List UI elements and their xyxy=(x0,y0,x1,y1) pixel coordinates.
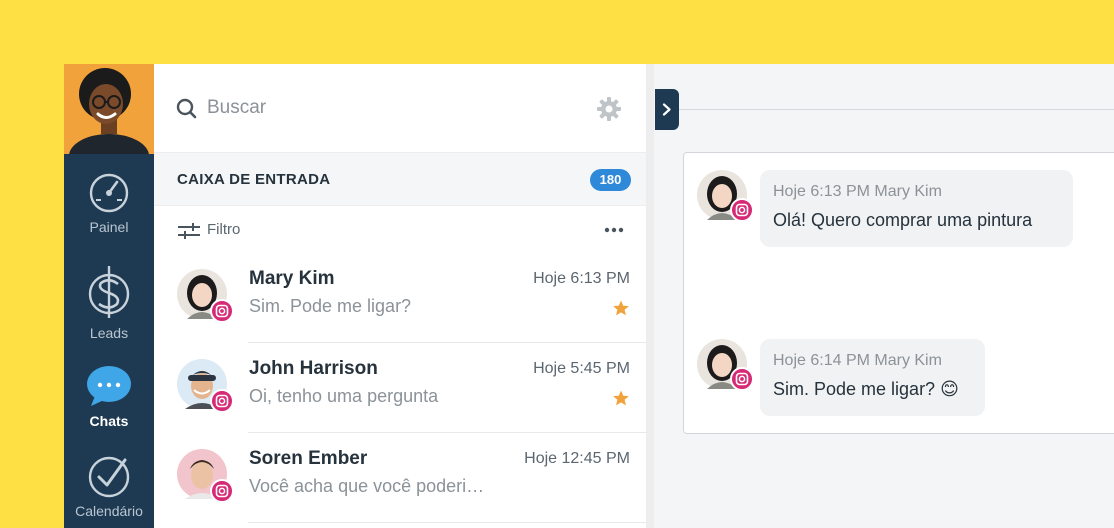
conversation-preview: Oi, tenho uma pergunta xyxy=(249,386,439,406)
chat-bubble-icon xyxy=(87,366,131,406)
inbox-count-badge: 180 xyxy=(590,169,631,191)
conversation-preview: Você acha que você poderi… xyxy=(249,476,485,496)
message-meta: Hoje 6:14 PM Mary Kim xyxy=(773,352,942,369)
nav-item-calendario[interactable]: Calendário xyxy=(64,454,154,519)
filter-button[interactable]: Filtro xyxy=(207,221,240,238)
message-text: Olá! Quero comprar uma pintura xyxy=(773,210,1033,230)
row-divider xyxy=(248,522,646,523)
inbox-title: CAIXA DE ENTRADA xyxy=(177,171,331,188)
nav-label: Calendário xyxy=(75,503,143,519)
message-thread: Hoje 6:13 PM Mary Kim Olá! Quero comprar… xyxy=(683,152,1114,434)
search-bar[interactable]: Buscar xyxy=(154,64,646,152)
panel-divider[interactable] xyxy=(646,64,654,528)
search-input[interactable]: Buscar xyxy=(207,97,266,119)
conversation-list-panel: Buscar CAIXA DE ENTRADA 180 Filtro Mary … xyxy=(154,64,647,528)
expand-panel-button[interactable] xyxy=(655,89,679,130)
sidebar-nav: Painel Leads Chats Calendário xyxy=(64,64,154,528)
contact-avatar xyxy=(177,359,234,413)
message-text-content: Sim. Pode me ligar? xyxy=(773,379,936,399)
nav-item-painel[interactable]: Painel xyxy=(64,172,154,235)
chat-panel: Hoje 6:13 PM Mary Kim Olá! Quero comprar… xyxy=(654,64,1114,528)
chevron-right-icon xyxy=(662,103,671,116)
dollar-icon xyxy=(88,266,130,318)
gear-icon[interactable] xyxy=(597,97,621,121)
nav-label: Chats xyxy=(89,413,129,429)
nav-item-leads[interactable]: Leads xyxy=(64,264,154,341)
calendar-check-icon xyxy=(88,456,130,498)
contact-name: Soren Ember xyxy=(249,448,368,469)
conversation-preview: Sim. Pode me ligar? xyxy=(249,296,412,316)
conversation-time: Hoje 6:13 PM xyxy=(533,270,630,287)
contact-avatar xyxy=(177,269,234,323)
user-avatar[interactable] xyxy=(64,64,154,154)
inbox-header[interactable]: CAIXA DE ENTRADA 180 xyxy=(154,152,646,206)
app-frame: Painel Leads Chats Calendário Buscar CAI… xyxy=(0,0,1114,528)
message-text: Sim. Pode me ligar? 😊 xyxy=(773,379,959,400)
smile-emoji: 😊 xyxy=(940,379,959,399)
conversation-row[interactable]: Soren Ember Hoje 12:45 PM Você acha que … xyxy=(154,433,646,523)
contact-avatar xyxy=(177,449,234,503)
sliders-icon[interactable] xyxy=(178,223,200,239)
conversation-row[interactable]: John Harrison Hoje 5:45 PM Oi, tenho uma… xyxy=(154,343,646,433)
conversation-row[interactable]: Mary Kim Hoje 6:13 PM Sim. Pode me ligar… xyxy=(154,253,646,343)
app-window: Painel Leads Chats Calendário Buscar CAI… xyxy=(64,64,1114,528)
nav-label: Painel xyxy=(89,219,129,235)
conversation-time: Hoje 12:45 PM xyxy=(524,450,630,467)
more-options-icon[interactable] xyxy=(604,227,624,233)
message-bubble[interactable]: Hoje 6:14 PM Mary Kim Sim. Pode me ligar… xyxy=(760,339,985,416)
nav-item-chats[interactable]: Chats xyxy=(64,364,154,429)
star-icon[interactable] xyxy=(612,389,630,407)
contact-name: Mary Kim xyxy=(249,268,335,289)
message-bubble[interactable]: Hoje 6:13 PM Mary Kim Olá! Quero comprar… xyxy=(760,170,1073,247)
contact-avatar xyxy=(697,170,754,222)
contact-avatar xyxy=(697,339,754,391)
star-icon[interactable] xyxy=(612,299,630,317)
search-icon xyxy=(176,98,197,119)
conversation-time: Hoje 5:45 PM xyxy=(533,360,630,377)
filter-bar: Filtro xyxy=(154,205,646,253)
nav-label: Leads xyxy=(89,325,129,341)
dashboard-gauge-icon xyxy=(89,173,129,213)
chat-header-divider xyxy=(679,109,1114,110)
contact-name: John Harrison xyxy=(249,358,378,379)
message-meta: Hoje 6:13 PM Mary Kim xyxy=(773,183,942,200)
